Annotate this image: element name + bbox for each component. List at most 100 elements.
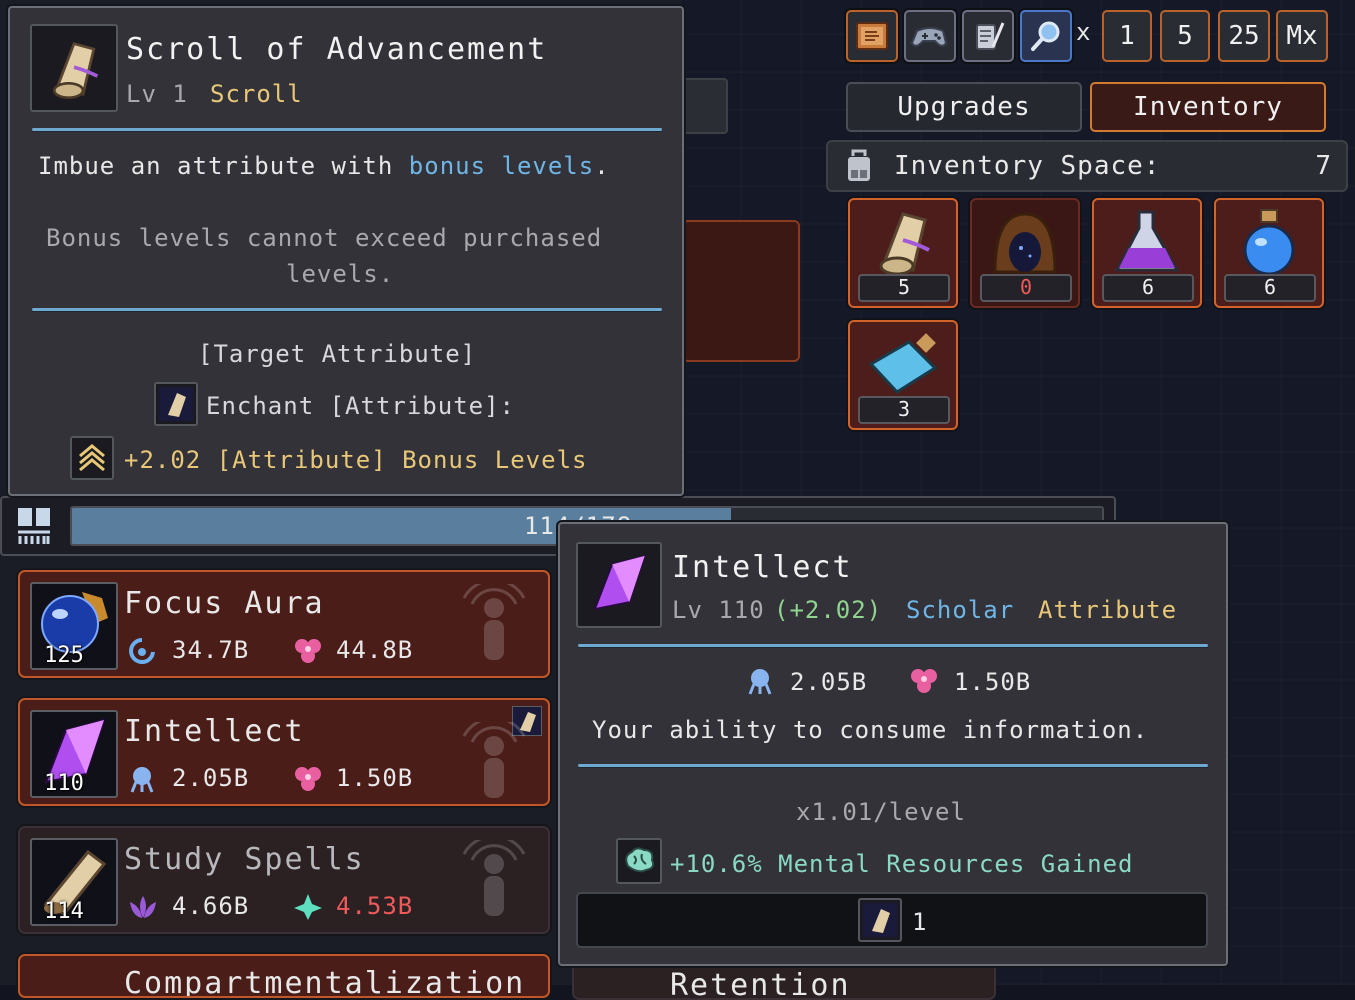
intellect-tooltip-icon-frame xyxy=(576,542,662,628)
divider xyxy=(578,644,1208,647)
intellect-tooltip-category: Scholar xyxy=(906,596,1015,624)
inventory-slot-purple-potion[interactable]: 6 xyxy=(1092,198,1202,308)
card-level: 110 xyxy=(44,771,84,796)
intellect-tooltip-cost-1: 2.05B xyxy=(790,668,868,696)
multiplier-25-button[interactable]: 25 xyxy=(1218,10,1270,62)
scroll-icon xyxy=(52,42,99,100)
intellect-tooltip-type: Attribute xyxy=(1038,596,1178,624)
multiplier-1-button[interactable]: 1 xyxy=(1102,10,1152,62)
inventory-space-value: 7 xyxy=(1315,151,1332,181)
scroll-tooltip-enchant: Enchant [Attribute]: xyxy=(206,392,515,420)
focus-aura-thumbnail: 125 xyxy=(30,582,118,670)
divider xyxy=(32,128,662,131)
triple-heart-icon xyxy=(911,669,937,693)
card-stat-1: 34.7B xyxy=(172,636,250,664)
brain-icon-frame xyxy=(616,838,662,884)
search-button[interactable] xyxy=(1020,10,1072,62)
triple-heart-icon xyxy=(295,639,321,663)
inventory-slot-hood[interactable]: 0 xyxy=(970,198,1080,308)
card-stat-2: 4.53B xyxy=(336,892,414,920)
slot-count: 6 xyxy=(1224,274,1316,302)
slot-count: 0 xyxy=(980,274,1072,302)
triple-heart-icon xyxy=(295,767,321,791)
magnifier-icon xyxy=(1031,21,1060,51)
gamepad-button[interactable] xyxy=(904,10,956,62)
attribute-card-intellect[interactable]: 110 Intellect 2.05B 1.50B xyxy=(18,698,550,806)
enchant-scroll-icon xyxy=(863,903,897,937)
intellect-tooltip-bonus: (+2.02) xyxy=(774,596,883,624)
bonus-icon-frame xyxy=(70,436,114,480)
tab-inventory[interactable]: Inventory xyxy=(1090,82,1326,132)
ghost-person-icon xyxy=(462,584,526,660)
backpack-icon xyxy=(846,149,872,183)
knowledge-burst-icon xyxy=(748,669,772,695)
spellbook-icon xyxy=(856,22,888,50)
card-name: Intellect xyxy=(124,714,305,749)
scroll-tooltip-note-2: levels. xyxy=(286,260,395,288)
multiplier-5-button[interactable]: 5 xyxy=(1160,10,1210,62)
desc-link-bonus-levels: bonus levels xyxy=(408,152,595,180)
inventory-space-label: Inventory Space: xyxy=(894,151,1161,181)
library-icon xyxy=(18,508,50,544)
inventory-slot-blue-potion[interactable]: 6 xyxy=(1214,198,1324,308)
card-name: Compartmentalization xyxy=(124,966,526,998)
scroll-tooltip-level: Lv 1 xyxy=(126,80,188,108)
tab-upgrades[interactable]: Upgrades xyxy=(846,82,1082,132)
slot-count: 3 xyxy=(858,396,950,424)
scroll-tooltip-note-1: Bonus levels cannot exceed purchased xyxy=(46,224,603,252)
card-name: Retention xyxy=(670,968,851,1000)
scroll-quill-icon xyxy=(976,22,1005,50)
scroll-tooltip-title: Scroll of Advancement xyxy=(126,32,548,67)
card-stat-2: 44.8B xyxy=(336,636,414,664)
card-stat-2: 1.50B xyxy=(336,764,414,792)
inventory-slot-scroll[interactable]: 5 xyxy=(848,198,958,308)
inventory-slot-crystal-bottle[interactable]: 3 xyxy=(848,320,958,430)
card-name: Study Spells xyxy=(124,842,365,877)
slot-count: 5 xyxy=(858,274,950,302)
blue-potion-icon xyxy=(1243,209,1295,276)
background-panel xyxy=(682,78,728,134)
intellect-tooltip-desc: Your ability to consume information. xyxy=(592,716,1149,744)
multiplier-x-label: x xyxy=(1076,18,1092,46)
card-level: 114 xyxy=(44,899,84,924)
scroll-quill-button[interactable] xyxy=(962,10,1014,62)
scroll-tooltip-target: [Target Attribute] xyxy=(198,340,477,368)
attribute-card-focus-aura[interactable]: 125 Focus Aura 34.7B 44.8B xyxy=(18,570,550,678)
intellect-tooltip-cost-2: 1.50B xyxy=(954,668,1032,696)
intellect-tooltip-title: Intellect xyxy=(672,550,853,585)
enchant-slot xyxy=(858,898,902,942)
scroll-icon xyxy=(879,212,930,276)
intellect-tooltip: Intellect Lv 110 (+2.02) Scholar Attribu… xyxy=(558,522,1228,966)
hood-icon xyxy=(993,212,1057,274)
enchant-icon-frame xyxy=(154,382,198,426)
desc-period: . xyxy=(594,152,610,180)
background-panel-red xyxy=(682,220,800,362)
divider xyxy=(578,764,1208,767)
intellect-tooltip-effect: +10.6% Mental Resources Gained xyxy=(670,850,1134,878)
card-stat-1: 2.05B xyxy=(172,764,250,792)
card-stat-1: 4.66B xyxy=(172,892,250,920)
scroll-tooltip-type: Scroll xyxy=(210,80,303,108)
multiplier-max-button[interactable]: Mx xyxy=(1276,10,1328,62)
desc-text: Imbue an attribute with xyxy=(38,152,394,180)
chevron-up-rank-icon xyxy=(79,444,105,472)
scroll-tooltip: Scroll of Advancement Lv 1 Scroll Imbue … xyxy=(8,6,684,496)
enchant-slots-bar: 1 xyxy=(576,892,1208,948)
purple-potion-icon xyxy=(1114,210,1180,272)
knowledge-burst-icon xyxy=(130,767,154,793)
study-spells-thumbnail: 114 xyxy=(30,838,118,926)
attribute-card-compartmentalization[interactable]: Compartmentalization xyxy=(18,954,550,998)
intellect-tooltip-level: Lv 110 xyxy=(672,596,765,624)
crystal-icon xyxy=(593,554,647,611)
attribute-card-study-spells[interactable]: 114 Study Spells 4.66B 4.53B xyxy=(18,826,550,934)
intellect-tooltip-per-level: x1.01/level xyxy=(796,798,966,826)
ghost-person-icon xyxy=(462,840,526,916)
scroll-tooltip-desc: Imbue an attribute with bonus levels. xyxy=(38,152,610,180)
slot-count: 6 xyxy=(1102,274,1194,302)
inventory-space-bar: Inventory Space: 7 xyxy=(826,140,1348,192)
intellect-thumbnail: 110 xyxy=(30,710,118,798)
crystal-bottle-icon xyxy=(868,333,938,394)
brain-icon xyxy=(625,847,655,873)
spellbook-button[interactable] xyxy=(846,10,898,62)
swirl-icon xyxy=(129,638,155,664)
